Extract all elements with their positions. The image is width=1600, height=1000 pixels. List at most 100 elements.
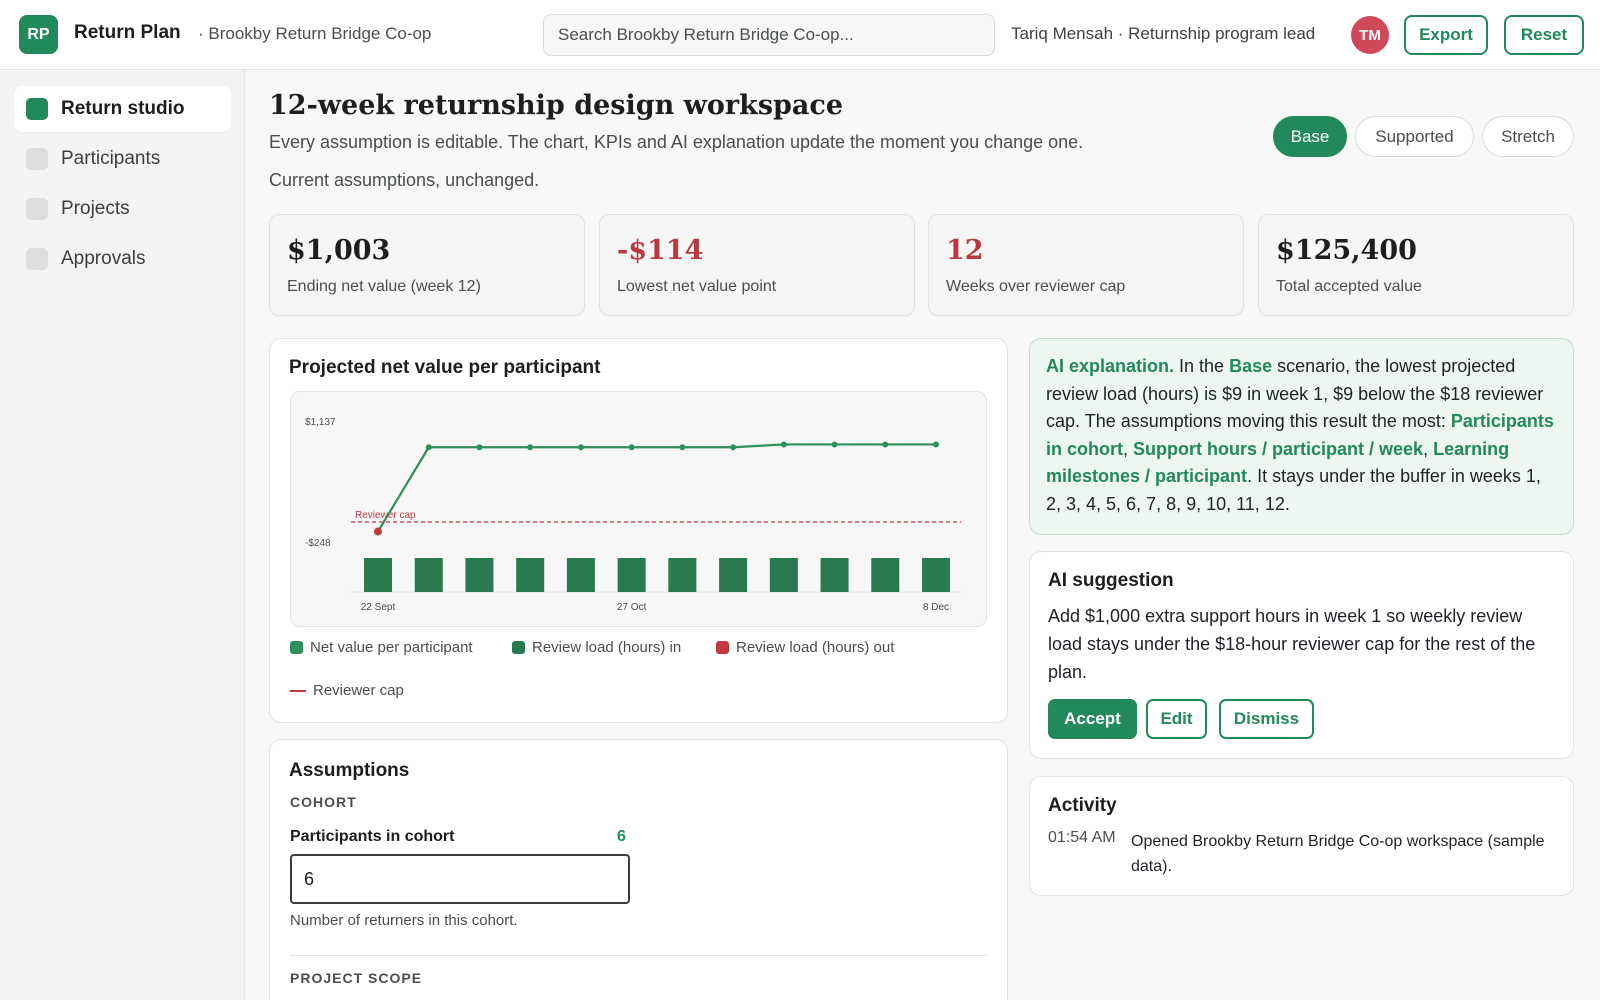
net-value-point (476, 444, 483, 451)
app-logo[interactable]: RP (19, 15, 58, 54)
page-subtitle: Every assumption is editable. The chart,… (269, 132, 1084, 152)
scenario-supported-button[interactable]: Supported (1355, 116, 1474, 157)
org-name: · Brookby Return Bridge Co-op (198, 24, 432, 43)
assumptions-title: Assumptions (289, 760, 410, 781)
kpi-total-accepted-value: $125,400 Total accepted value (1258, 214, 1574, 316)
kpi-label: Weeks over reviewer cap (946, 278, 1126, 295)
kpi-label: Ending net value (week 12) (287, 278, 481, 295)
x-tick-label: 27 Oct (617, 602, 647, 613)
legend-swatch (716, 641, 729, 654)
ai-explanation-text: In the (1174, 356, 1230, 376)
net-value-point (933, 441, 939, 448)
ai-suggestion-title: AI suggestion (1048, 570, 1174, 591)
net-value-point (882, 441, 889, 448)
review-load-bar (566, 558, 595, 592)
net-value-chart: Reviewer cap$1,137-$24822 Sept 27 Oct 8 De… (305, 417, 961, 613)
page-title: 12-week returnship design workspace (269, 90, 844, 121)
sidebar-item-return-studio[interactable]: Return studio (14, 86, 231, 132)
net-value-point (425, 444, 432, 451)
projects-icon (26, 198, 48, 220)
participants-field-value: 6 (617, 828, 626, 845)
net-value-point (730, 444, 737, 451)
review-load-bar (617, 558, 646, 592)
return-studio-icon (26, 98, 48, 120)
net-value-point (577, 444, 584, 451)
kpi-value: 12 (946, 235, 984, 266)
reset-button[interactable]: Reset (1504, 15, 1584, 55)
x-tick-label: 8 Dec (923, 602, 949, 613)
participants-field-label: Participants in cohort (290, 828, 455, 845)
sidebar-item-participants[interactable]: Participants (14, 136, 231, 182)
activity-card: Activity 01:54 AM Opened Brookby Return … (1029, 776, 1574, 896)
approvals-icon (26, 248, 48, 270)
edit-button[interactable]: Edit (1146, 699, 1207, 739)
ai-suggestion-text: Add $1,000 extra support hours in week 1… (1048, 606, 1536, 682)
activity-text: Opened Brookby Return Bridge Co-op works… (1131, 833, 1545, 875)
kpi-weeks-over-cap: 12 Weeks over reviewer cap (928, 214, 1244, 316)
export-button[interactable]: Export (1404, 15, 1488, 55)
sidebar-item-label: Participants (61, 148, 161, 169)
activity-time: 01:54 AM (1048, 829, 1116, 846)
sidebar-item-label: Return studio (61, 98, 185, 119)
participants-icon (26, 148, 48, 170)
section-label-cohort: COHORT (290, 794, 357, 810)
legend-label: Reviewer cap (313, 682, 404, 699)
app-title: Return Plan (74, 22, 181, 43)
divider (290, 955, 987, 956)
scenario-base-button[interactable]: Base (1273, 116, 1347, 157)
y-tick-label: -$248 (305, 538, 331, 549)
kpi-lowest-net-value: -$114 Lowest net value point (599, 214, 915, 316)
kpi-label: Total accepted value (1276, 278, 1422, 295)
net-value-point (679, 444, 686, 451)
net-value-line (377, 443, 936, 533)
activity-title: Activity (1048, 795, 1117, 816)
search-input[interactable] (543, 14, 995, 56)
ai-driver-link[interactable]: Support hours / participant / week (1133, 439, 1423, 459)
net-value-point (628, 444, 635, 451)
accept-button[interactable]: Accept (1048, 699, 1137, 739)
review-load-bar (820, 558, 849, 592)
kpi-label: Lowest net value point (617, 278, 777, 295)
review-load-bar (871, 558, 900, 592)
chart-area: Reviewer cap $1,137 -$248 22 Sept 27 Oct 8 De… (290, 391, 987, 627)
legend-swatch (290, 641, 303, 654)
y-tick-label: $1,137 (305, 417, 336, 428)
net-value-point (527, 444, 534, 451)
review-load-bar (922, 558, 950, 592)
legend-reviewer-cap: Reviewer cap (290, 682, 404, 699)
user-info: Tariq Mensah · Returnship program lead (1011, 24, 1316, 43)
avatar[interactable]: TM (1351, 16, 1389, 54)
assumptions-card: Assumptions COHORT Participants in cohor… (269, 739, 1008, 1000)
kpi-value: $125,400 (1276, 235, 1417, 266)
sidebar-item-label: Approvals (61, 248, 146, 269)
legend-label: Net value per participant (310, 639, 473, 656)
net-value-point (780, 441, 787, 448)
review-load-bar (364, 558, 392, 592)
ai-explanation-scenario: Base (1229, 356, 1273, 376)
x-tick-label: 22 Sept (361, 602, 396, 613)
participants-input[interactable] (290, 854, 630, 904)
participants-help-text: Number of returners in this cohort. (290, 912, 518, 929)
legend-net-value: Net value per participant (290, 639, 473, 656)
lowest-point-marker (374, 527, 382, 536)
dismiss-button[interactable]: Dismiss (1219, 699, 1314, 739)
review-load-bar (414, 558, 443, 592)
ai-explanation-text: , (1123, 438, 1134, 459)
review-load-bar (719, 558, 748, 592)
section-label-project-scope: PROJECT SCOPE (290, 970, 423, 986)
assumption-status: Current assumptions, unchanged. (269, 170, 540, 190)
sidebar: Return studio Participants Projects Appr… (0, 70, 245, 1000)
sidebar-item-approvals[interactable]: Approvals (14, 236, 231, 282)
legend-label: Review load (hours) out (736, 639, 895, 656)
review-load-bar (465, 558, 494, 592)
chart-card: Projected net value per participant Revi… (269, 338, 1008, 723)
sidebar-item-label: Projects (61, 198, 130, 219)
review-load-bar (769, 558, 798, 592)
top-bar: RP Return Plan · Brookby Return Bridge C… (0, 0, 1600, 70)
kpi-value: $1,003 (287, 235, 391, 266)
ai-explanation-text: , (1423, 438, 1434, 459)
legend-label: Review load (hours) in (532, 639, 682, 656)
sidebar-item-projects[interactable]: Projects (14, 186, 231, 232)
scenario-stretch-button[interactable]: Stretch (1482, 116, 1574, 157)
ai-explanation-label: AI explanation. (1046, 356, 1175, 376)
